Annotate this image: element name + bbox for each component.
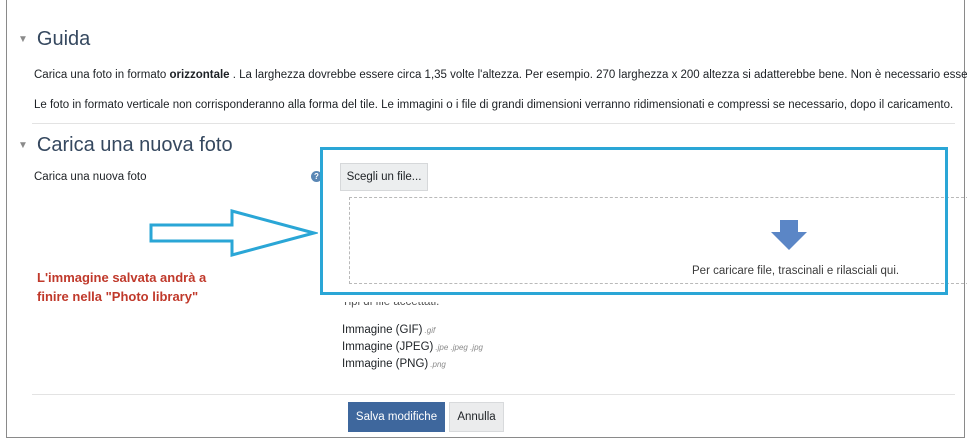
cancel-button[interactable]: Annulla	[449, 402, 504, 432]
section-divider	[32, 123, 955, 124]
annotation-text: L'immagine salvata andrà a finire nella …	[37, 270, 207, 304]
file-type-item: Immagine (PNG) .png	[342, 358, 446, 370]
file-type-item: Immagine (GIF) .gif	[342, 324, 436, 336]
guide-bold-word: orizzontale	[169, 69, 230, 81]
guide-section-header[interactable]: ▼ Guida	[18, 28, 90, 51]
annotation-highlight-box	[320, 147, 948, 295]
collapse-caret-icon[interactable]: ▼	[18, 140, 28, 151]
footer-divider	[32, 394, 955, 395]
collapse-caret-icon[interactable]: ▼	[18, 34, 28, 45]
save-button[interactable]: Salva modifiche	[348, 402, 445, 432]
upload-section-title: Carica una nuova foto	[36, 134, 233, 156]
upload-field-label: Carica una nuova foto	[34, 171, 147, 183]
annotation-arrow-icon	[148, 208, 320, 263]
upload-section-header[interactable]: ▼ Carica una nuova foto	[18, 134, 233, 157]
guide-paragraph-2: Le foto in formato verticale non corrisp…	[34, 99, 954, 111]
guide-paragraph-1: Carica una foto in formato orizzontale .…	[34, 69, 967, 81]
file-type-item: Immagine (JPEG) .jpe .jpeg .jpg	[342, 341, 483, 353]
guide-title: Guida	[36, 28, 91, 50]
